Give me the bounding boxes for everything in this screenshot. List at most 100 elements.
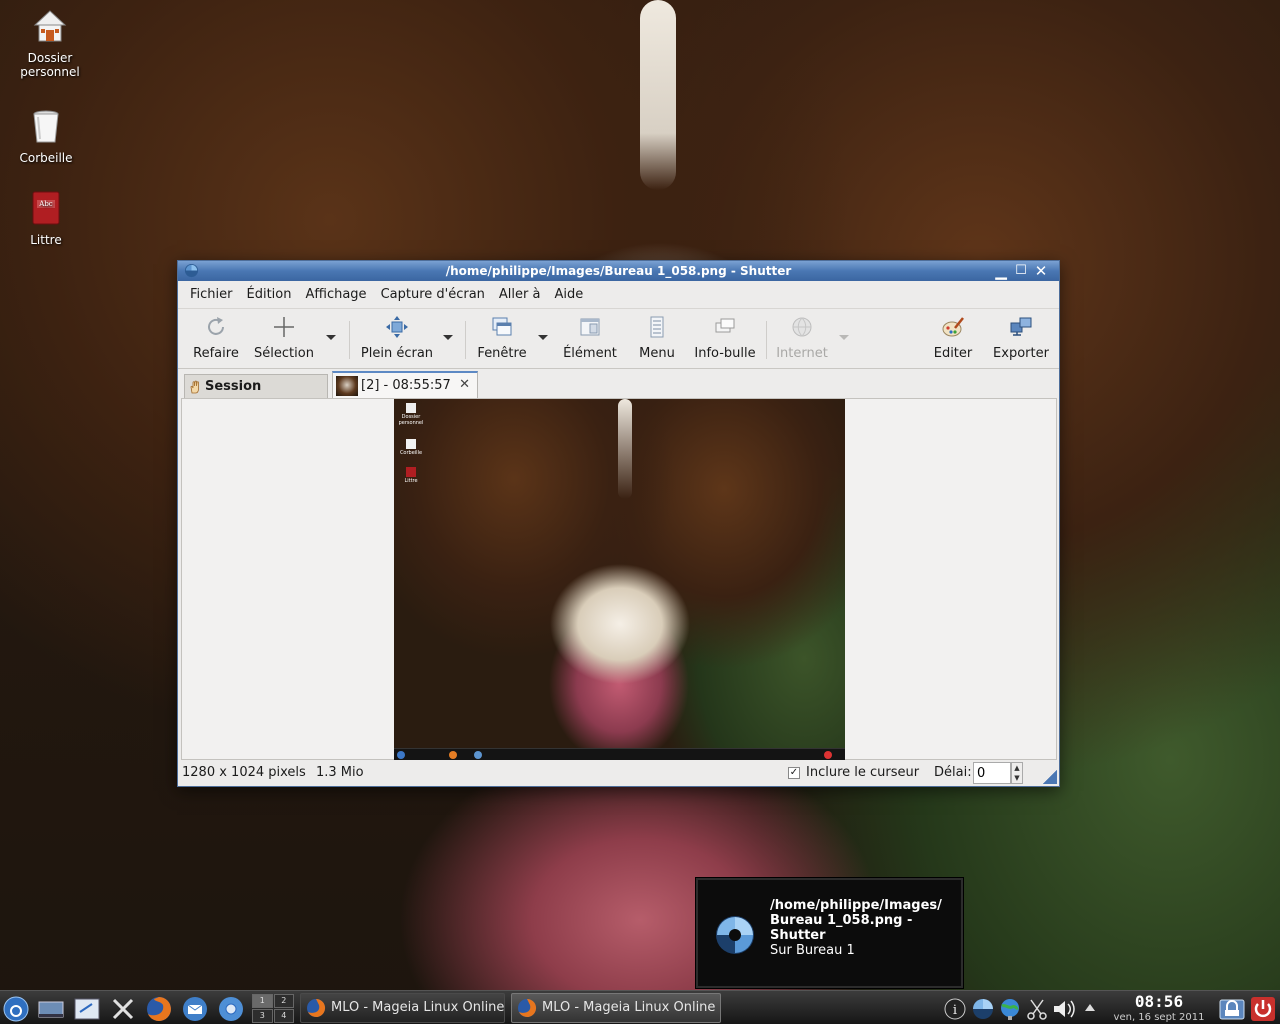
- mail-icon[interactable]: [181, 995, 209, 1023]
- clock[interactable]: 08:56 ven, 16 sept 2011: [1112, 992, 1206, 1023]
- svg-text:Abc: Abc: [38, 200, 53, 208]
- window-capture-button[interactable]: Fenêtre: [474, 315, 530, 361]
- task-button-mlo-active[interactable]: MLO - Mageia Linux Online : Bure: [511, 993, 721, 1023]
- desktop-icon-littre[interactable]: Abc Littre: [4, 190, 88, 247]
- tab-session[interactable]: Session: [184, 374, 328, 399]
- refresh-icon: [208, 317, 224, 335]
- menu-capture-label: Menu: [639, 346, 675, 361]
- preview-taskbar: [394, 748, 845, 760]
- fullscreen-button[interactable]: Plein écran: [358, 315, 436, 361]
- window-title: /home/philippe/Images/Bureau 1_058.png -…: [445, 264, 792, 278]
- menu-bar: Fichier Édition Affichage Capture d'écra…: [178, 281, 1059, 309]
- svg-text:i: i: [953, 1003, 957, 1018]
- minimize-button[interactable]: ▁: [992, 262, 1010, 280]
- element-button[interactable]: Élément: [558, 315, 622, 361]
- workspace-3[interactable]: 3: [252, 1009, 273, 1023]
- export-button[interactable]: Exporter: [990, 315, 1052, 361]
- export-label: Exporter: [993, 346, 1049, 361]
- include-cursor-checkbox[interactable]: ✓: [788, 767, 800, 779]
- wallpaper-blaze: [640, 0, 676, 190]
- firefox-icon: [307, 998, 326, 1017]
- tab-close-icon[interactable]: ✕: [459, 377, 470, 392]
- mageia-menu-icon[interactable]: [2, 995, 30, 1023]
- window-titlebar[interactable]: /home/philippe/Images/Bureau 1_058.png -…: [178, 261, 1059, 281]
- edit-button[interactable]: Editer: [928, 315, 978, 361]
- volume-icon[interactable]: [1050, 995, 1078, 1023]
- tray-expand-icon[interactable]: [1076, 995, 1104, 1023]
- window-icon: [492, 317, 512, 336]
- network-globe-icon[interactable]: [996, 995, 1024, 1023]
- menu-capture-button[interactable]: Menu: [634, 315, 680, 361]
- preview-icon-label: Littre: [404, 478, 418, 484]
- notification-popup[interactable]: /home/philippe/Images/ Bureau 1_058.png …: [696, 878, 963, 988]
- scissors-icon[interactable]: [1023, 995, 1051, 1023]
- info-icon[interactable]: i: [941, 995, 969, 1023]
- globe-icon: [792, 317, 812, 337]
- desktop-icon-trash[interactable]: Corbeille: [4, 108, 88, 165]
- desktop-icon-label: personnel: [20, 65, 80, 79]
- toolbar-separator: [349, 321, 350, 359]
- fullscreen-dropdown-arrow[interactable]: [443, 335, 453, 340]
- fullscreen-label: Plein écran: [360, 346, 434, 361]
- tab-session-label: Session: [205, 379, 262, 394]
- redo-button[interactable]: Refaire: [192, 315, 240, 361]
- workspace-1[interactable]: 1: [252, 994, 273, 1008]
- delay-label: Délai:: [934, 765, 972, 780]
- chromium-icon[interactable]: [217, 995, 245, 1023]
- image-dimensions: 1280 x 1024 pixels: [182, 765, 306, 780]
- clock-date: ven, 16 sept 2011: [1113, 1012, 1205, 1023]
- workspace-pager[interactable]: 1 2 3 4: [252, 994, 294, 1023]
- selection-button[interactable]: Sélection: [252, 315, 316, 361]
- image-info: 1280 x 1024 pixels 1.3 Mio: [182, 765, 364, 780]
- menu-affichage[interactable]: Affichage: [298, 287, 373, 302]
- workspace-4[interactable]: 4: [273, 1009, 294, 1023]
- menu-fichier[interactable]: Fichier: [183, 287, 240, 302]
- book-icon: Abc: [32, 191, 60, 225]
- menu-aller-a[interactable]: Aller à: [492, 287, 548, 302]
- trash-icon: [33, 110, 59, 143]
- firefox-icon[interactable]: [145, 995, 173, 1023]
- close-button[interactable]: ✕: [1032, 262, 1050, 280]
- maximize-button[interactable]: ☐: [1012, 262, 1030, 280]
- show-desktop-icon[interactable]: [37, 995, 65, 1023]
- window-dropdown-arrow[interactable]: [538, 335, 548, 340]
- tools-icon[interactable]: [109, 995, 137, 1023]
- menu-edition[interactable]: Édition: [240, 287, 299, 302]
- desktop-icon-label: Littre: [30, 233, 62, 247]
- tooltip-capture-label: Info-bulle: [694, 346, 756, 361]
- toolbar-separator: [766, 321, 767, 359]
- selection-dropdown-arrow[interactable]: [326, 335, 336, 340]
- shutter-logo-icon: [716, 916, 754, 954]
- fullscreen-icon: [386, 316, 408, 338]
- resize-grip[interactable]: [1043, 770, 1057, 784]
- delay-input[interactable]: [973, 762, 1011, 784]
- element-label: Élément: [563, 346, 617, 361]
- hand-icon: [190, 380, 199, 394]
- delay-spinner[interactable]: ▲ ▼: [1011, 762, 1023, 784]
- desktop-icon-home[interactable]: Dossier personnel: [8, 8, 92, 79]
- shutter-tray-icon[interactable]: [969, 995, 997, 1023]
- export-network-icon: [1010, 317, 1032, 336]
- workspace-2[interactable]: 2: [273, 994, 294, 1008]
- element-icon: [580, 318, 600, 336]
- preview-desktop-icon: Dossier personnel: [398, 403, 424, 426]
- task-button-mlo[interactable]: MLO - Mageia Linux Online :: [300, 993, 505, 1023]
- internet-button[interactable]: Internet: [772, 315, 832, 361]
- preview-desktop-icon: Corbeille: [398, 439, 424, 456]
- terminal-icon[interactable]: [73, 995, 101, 1023]
- window-capture-label: Fenêtre: [477, 346, 527, 361]
- tab-strip: Session [2] - 08:55:57 ✕: [182, 371, 1055, 399]
- taskbar: 1 2 3 4 MLO - Mageia Linux Online : MLO …: [0, 990, 1280, 1024]
- power-icon[interactable]: [1249, 995, 1277, 1023]
- menu-aide[interactable]: Aide: [547, 287, 590, 302]
- menu-capture[interactable]: Capture d'écran: [374, 287, 492, 302]
- tab-screenshot[interactable]: [2] - 08:55:57 ✕: [332, 371, 478, 399]
- menu-icon: [650, 316, 664, 338]
- main-toolbar: Refaire Sélection Plein écran Fenêtre Él…: [178, 309, 1059, 369]
- include-cursor-label[interactable]: Inclure le curseur: [806, 765, 919, 780]
- tooltip-capture-button[interactable]: Info-bulle: [692, 315, 758, 361]
- status-bar: 1280 x 1024 pixels 1.3 Mio ✓ Inclure le …: [178, 761, 1059, 786]
- screenshot-preview[interactable]: Dossier personnel Corbeille Littre: [394, 399, 845, 760]
- lock-screen-icon[interactable]: [1218, 995, 1246, 1023]
- internet-dropdown-arrow[interactable]: [839, 335, 849, 340]
